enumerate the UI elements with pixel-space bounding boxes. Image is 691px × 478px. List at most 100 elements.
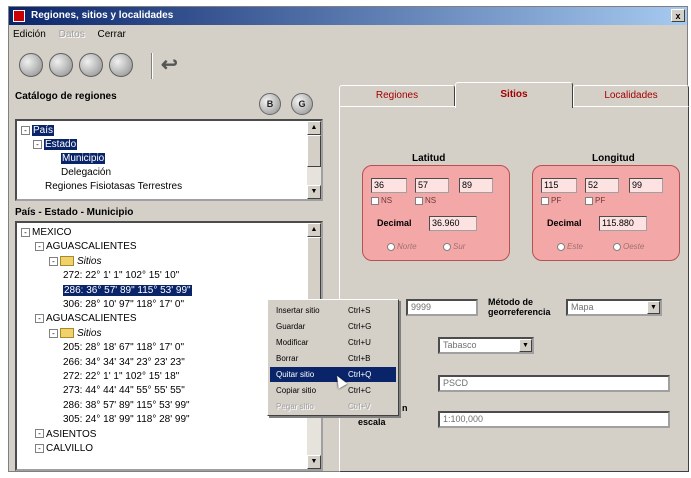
sitios-panel: Latitud 36 57 89 NS NS Decimal 36.960 No…	[339, 106, 689, 472]
tree-node[interactable]: 286: 38° 57' 89" 115° 53' 99"	[63, 400, 190, 412]
catalog-globe-button[interactable]: G	[291, 93, 313, 115]
exit-icon[interactable]: ↩	[161, 53, 183, 77]
latitud-checkbox-1[interactable]: NS	[371, 196, 392, 205]
tree-node[interactable]: - AGUASCALIENTES	[35, 313, 137, 325]
tree-node[interactable]: - ASIENTOS	[35, 429, 96, 441]
tree-node[interactable]: - AGUASCALIENTES	[35, 241, 137, 253]
tab-regiones[interactable]: Regiones	[339, 85, 455, 107]
scroll-thumb[interactable]	[307, 135, 321, 167]
catalog-scrollbar[interactable]: ▲ ▼	[307, 121, 321, 199]
latitud-radio-sur[interactable]: Sur	[443, 242, 465, 251]
tree-node-label: 286: 36° 57' 89" 115° 53' 99"	[63, 284, 192, 296]
latitud-radio-norte[interactable]: Norte	[387, 242, 417, 251]
longitud-radio-oeste[interactable]: Oeste	[613, 242, 644, 251]
title-bar[interactable]: Regiones, sitios y localidades x	[9, 7, 687, 25]
tree-node-label: 272: 22° 1' 1" 102° 15' 10"	[63, 270, 180, 282]
collapse-icon[interactable]: -	[49, 256, 58, 266]
latitud-decimal-label: Decimal	[377, 218, 412, 228]
open-icon[interactable]	[49, 53, 73, 77]
tree-node[interactable]: - Estado	[33, 139, 78, 151]
tree-node-label: 205: 28° 18' 67" 118° 17' 0"	[63, 342, 185, 354]
latitud-degrees-field[interactable]: 36	[371, 178, 407, 193]
collapse-icon[interactable]: -	[33, 139, 42, 149]
tree-node[interactable]: Regiones Fisiotasas Terrestres	[45, 181, 182, 193]
collapse-icon[interactable]: -	[35, 242, 44, 252]
menu-datos[interactable]: Datos	[59, 29, 85, 40]
collapse-icon[interactable]: -	[35, 429, 44, 439]
longitud-radio-este[interactable]: Este	[557, 242, 583, 251]
latitud-checkbox-2[interactable]: NS	[415, 196, 436, 205]
menu-item-label: Guardar	[276, 322, 306, 331]
tree-node[interactable]: 266: 34° 34' 34" 23° 23' 23"	[63, 357, 185, 369]
longitud-checkbox-1[interactable]: PF	[541, 196, 561, 205]
longitud-decimal-field[interactable]: 115.880	[599, 216, 647, 231]
context-menu-item[interactable]: Borrar Ctrl+B	[270, 351, 396, 366]
tree-node-label: AGUASCALIENTES	[46, 241, 137, 253]
field-2[interactable]: PSCD	[438, 375, 670, 392]
tree-node-label: Sitios	[77, 327, 102, 339]
tree-node[interactable]: - CALVILLO	[35, 443, 93, 455]
sitio-id-field[interactable]: 9999	[406, 299, 478, 316]
latitud-decimal-field[interactable]: 36.960	[429, 216, 477, 231]
tree-node[interactable]: - MEXICO	[21, 227, 71, 239]
tipo-select[interactable]: Tabasco ▼	[438, 337, 534, 354]
catalog-b-button[interactable]: B	[259, 93, 281, 115]
tab-sitios[interactable]: Sitios	[455, 82, 573, 108]
collapse-icon[interactable]: -	[35, 443, 44, 453]
scroll-up-icon[interactable]: ▲	[307, 121, 321, 135]
latitud-seconds-field[interactable]: 89	[459, 178, 493, 193]
longitud-seconds-field[interactable]: 99	[629, 178, 663, 193]
scroll-down-icon[interactable]: ▼	[307, 455, 321, 469]
tree-node[interactable]: 205: 28° 18' 67" 118° 17' 0"	[63, 342, 184, 354]
tree-folder[interactable]: - Sitios	[49, 328, 101, 340]
longitud-checkbox-2[interactable]: PF	[585, 196, 605, 205]
collapse-icon[interactable]: -	[35, 314, 44, 324]
metodo-select[interactable]: Mapa ▼	[566, 299, 662, 316]
tree-node[interactable]: 273: 44° 44' 44" 55° 55' 55"	[63, 385, 185, 397]
latitud-minutes-field[interactable]: 57	[415, 178, 449, 193]
tree-node[interactable]: 286: 36° 57' 89" 115° 53' 99"	[63, 284, 192, 297]
chevron-down-icon[interactable]: ▼	[647, 301, 660, 314]
scroll-up-icon[interactable]: ▲	[307, 223, 321, 237]
tree-node-label: 272: 22° 1' 1" 102° 15' 18"	[63, 371, 180, 382]
menu-cerrar[interactable]: Cerrar	[98, 29, 126, 40]
catalog-tree[interactable]: - País - Estado Municipio Delegación Regio…	[15, 119, 323, 201]
tab-localidades[interactable]: Localidades	[573, 85, 689, 107]
tree-node[interactable]: 272: 22° 1' 1" 102° 15' 18"	[63, 371, 179, 383]
tree-node[interactable]: - País	[21, 125, 55, 137]
tree-node-label: Sitios	[77, 255, 102, 267]
menu-item-shortcut: Ctrl+Q	[348, 370, 372, 379]
tree-node[interactable]: Delegación	[61, 167, 111, 179]
chevron-down-icon[interactable]: ▼	[519, 339, 532, 352]
collapse-icon[interactable]: -	[21, 227, 30, 237]
edit-icon[interactable]	[109, 53, 133, 77]
tree-folder[interactable]: - Sitios	[49, 256, 101, 268]
disk-icon[interactable]	[19, 53, 43, 77]
longitud-minutes-field[interactable]: 52	[585, 178, 619, 193]
context-menu-item[interactable]: Modificar Ctrl+U	[270, 335, 396, 350]
tree-node[interactable]: Municipio	[61, 153, 106, 165]
menu-item-label: Modificar	[276, 338, 309, 347]
menu-edicion[interactable]: Edición	[13, 29, 46, 40]
tree-node[interactable]: 305: 24° 18' 99" 118° 28' 99"	[63, 414, 190, 426]
context-menu-item[interactable]: Guardar Ctrl+G	[270, 319, 396, 334]
context-menu: Insertar sitio Ctrl+S Guardar Ctrl+G Modific…	[267, 299, 399, 416]
escala-label: escala	[358, 417, 386, 427]
tree-node-label: 273: 44° 44' 44" 55° 55' 55"	[63, 385, 185, 397]
collapse-icon[interactable]: -	[49, 328, 58, 338]
tree-node[interactable]: 272: 22° 1' 1" 102° 15' 10"	[63, 270, 179, 282]
menu-item-label: Quitar sitio	[276, 370, 315, 379]
context-menu-item[interactable]: Insertar sitio Ctrl+S	[270, 303, 396, 318]
scroll-down-icon[interactable]: ▼	[307, 185, 321, 199]
tree-node-label: AGUASCALIENTES	[46, 313, 137, 325]
latitud-box: 36 57 89 NS NS Decimal 36.960 Norte Sur	[362, 165, 510, 261]
tree-node[interactable]: 306: 28° 10' 97" 118° 17' 0"	[63, 299, 184, 311]
escala-field[interactable]: 1:100,000	[438, 411, 670, 428]
close-button[interactable]: x	[671, 9, 685, 22]
context-menu-item[interactable]: Pegar sitio Ctrl+V	[270, 399, 396, 414]
gear-icon[interactable]	[79, 53, 103, 77]
context-menu-item[interactable]: Copiar sitio Ctrl+C	[270, 383, 396, 398]
collapse-icon[interactable]: -	[21, 125, 30, 135]
longitud-degrees-field[interactable]: 115	[541, 178, 577, 193]
toolbar-separator	[151, 53, 153, 79]
